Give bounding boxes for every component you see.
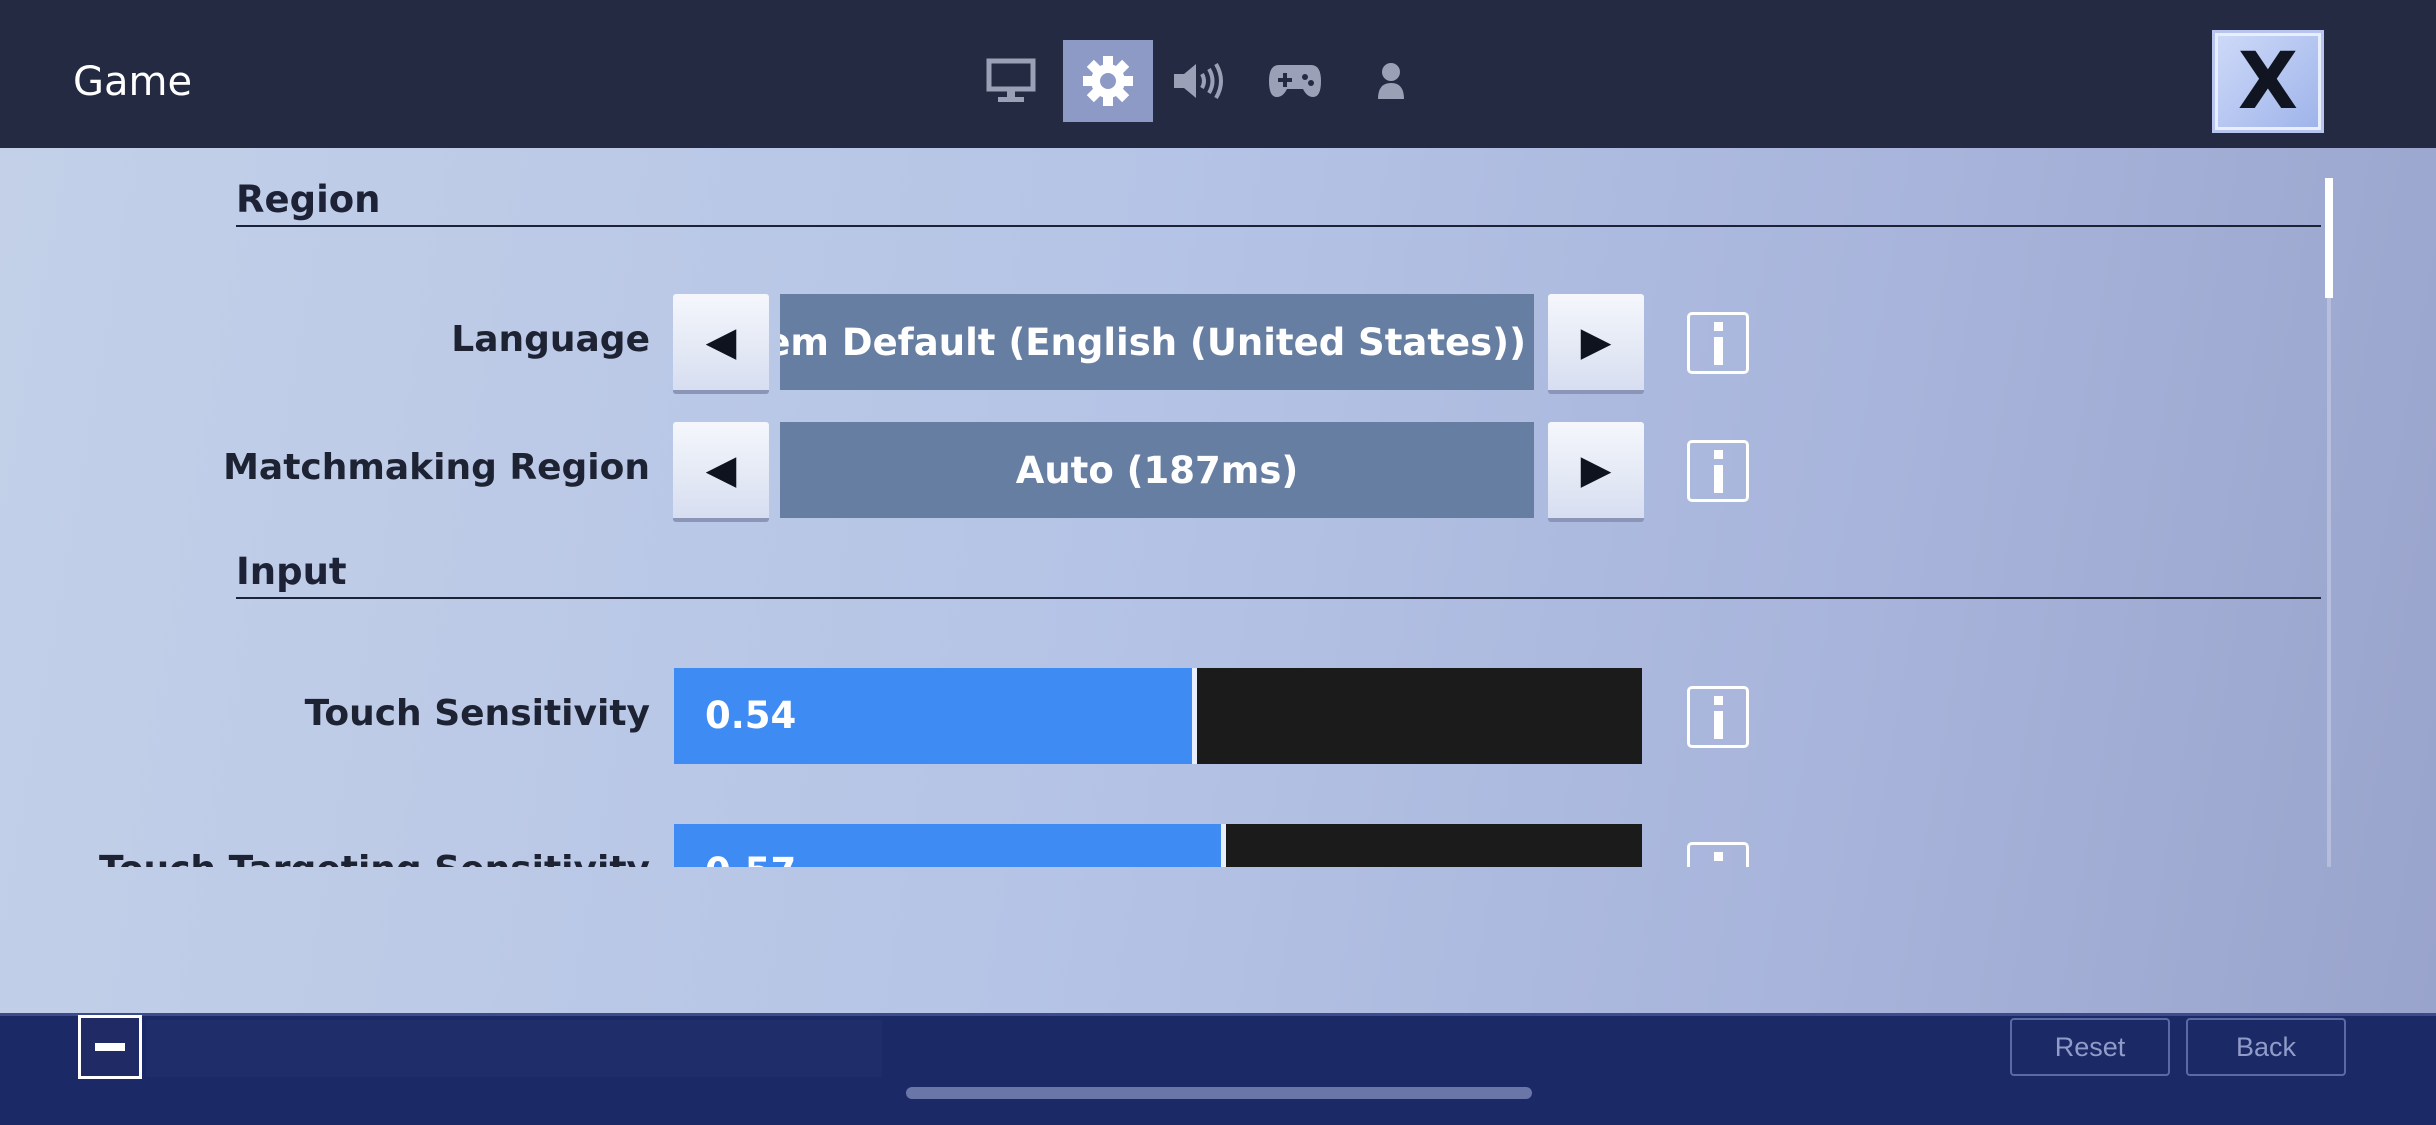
tab-controller[interactable] — [1250, 40, 1340, 122]
settings-content: Region Language ◀ System Default (Englis… — [0, 148, 2436, 1013]
gamepad-icon — [1269, 65, 1321, 97]
minus-icon — [95, 1043, 125, 1051]
minimize-chat-button[interactable] — [78, 1015, 142, 1079]
person-icon — [1378, 63, 1404, 99]
setting-label-touch-targeting-sensitivity: Touch Targeting Sensitivity — [0, 849, 650, 867]
touch-sensitivity-slider[interactable]: 0.54 — [674, 668, 1642, 764]
language-prev-button[interactable]: ◀ — [673, 294, 769, 394]
tab-video[interactable] — [966, 40, 1056, 122]
chat-input[interactable] — [146, 1020, 882, 1077]
touch-sensitivity-info-button[interactable] — [1687, 686, 1749, 748]
section-heading-input: Input — [236, 550, 2321, 599]
matchmaking-value: Auto (187ms) — [780, 422, 1534, 518]
matchmaking-next-button[interactable]: ▶ — [1548, 422, 1644, 522]
slider-value: 0.54 — [705, 694, 797, 737]
slider-value: 0.57 — [705, 824, 796, 867]
setting-row-matchmaking-region: Matchmaking Region ◀ Auto (187ms) ▶ — [0, 422, 2436, 522]
close-button[interactable]: X — [2212, 30, 2324, 133]
gear-icon — [1083, 56, 1133, 106]
tab-account[interactable] — [1346, 40, 1436, 122]
scrollbar-thumb[interactable] — [2325, 178, 2333, 298]
touch-targeting-sensitivity-slider[interactable]: 0.57 — [674, 824, 1642, 867]
touch-targeting-info-button[interactable] — [1687, 842, 1749, 867]
reset-button[interactable]: Reset — [2010, 1018, 2170, 1076]
setting-label-language: Language — [451, 319, 650, 360]
home-indicator — [906, 1087, 1532, 1099]
setting-row-touch-targeting-sensitivity: Touch Targeting Sensitivity 0.57 — [0, 824, 2436, 867]
info-icon — [1713, 449, 1723, 459]
matchmaking-info-button[interactable] — [1687, 440, 1749, 502]
setting-label-touch-sensitivity: Touch Sensitivity — [304, 693, 650, 734]
setting-row-language: Language ◀ System Default (English (Unit… — [0, 294, 2436, 394]
language-value: System Default (English (United States)) — [780, 294, 1534, 390]
info-icon — [1713, 321, 1723, 331]
tab-audio[interactable] — [1155, 40, 1245, 122]
info-icon — [1713, 695, 1723, 705]
monitor-icon — [986, 58, 1036, 102]
back-button[interactable]: Back — [2186, 1018, 2346, 1076]
language-info-button[interactable] — [1687, 312, 1749, 374]
settings-scroll-area[interactable]: Region Language ◀ System Default (Englis… — [0, 148, 2436, 867]
page-title: Game — [73, 59, 193, 105]
tab-game-settings[interactable] — [1063, 40, 1153, 122]
matchmaking-prev-button[interactable]: ◀ — [673, 422, 769, 522]
language-next-button[interactable]: ▶ — [1548, 294, 1644, 394]
setting-row-touch-sensitivity: Touch Sensitivity 0.54 — [0, 668, 2436, 768]
section-heading-region: Region — [236, 178, 2321, 227]
top-bar: Game X — [0, 0, 2436, 148]
info-icon — [1713, 851, 1723, 861]
speaker-icon — [1174, 62, 1223, 100]
close-icon: X — [2218, 36, 2318, 127]
setting-label-matchmaking-region: Matchmaking Region — [223, 447, 650, 488]
